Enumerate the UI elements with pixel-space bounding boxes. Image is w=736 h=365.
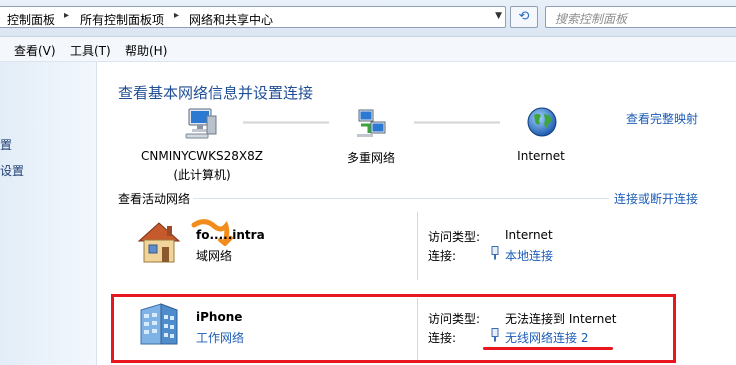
address-bar[interactable]: 控制面板 ▸ 所有控制面板项 ▸ 网络和共享中心 ▼ [0, 6, 506, 28]
breadcrumb-arrow-icon[interactable]: ▸ [64, 10, 69, 21]
search-placeholder: 搜索控制面板 [555, 12, 628, 26]
breadcrumb-control-panel[interactable]: 控制面板 [7, 11, 55, 28]
navigation-bar: 控制面板 ▸ 所有控制面板项 ▸ 网络和共享中心 ▼ ⟲ 搜索控制面板 [0, 0, 736, 37]
active-networks-heading: 查看活动网络 [118, 192, 191, 206]
page-title: 查看基本网络信息并设置连接 [118, 84, 314, 102]
ethernet-icon[interactable] [491, 246, 499, 260]
connection-label: 连接: [428, 249, 457, 263]
access-type-value: Internet [505, 228, 553, 242]
network-name: fo.....intra [196, 228, 265, 242]
map-connector [243, 121, 329, 124]
globe-icon[interactable] [526, 106, 558, 138]
refresh-button[interactable]: ⟲ [510, 6, 538, 28]
view-full-map-link[interactable]: 查看完整映射 [626, 110, 698, 127]
connect-disconnect-link[interactable]: 连接或断开连接 [614, 190, 698, 207]
domain-house-icon[interactable] [135, 219, 183, 265]
map-connector [414, 121, 500, 124]
menu-tools[interactable]: 工具(T) [70, 42, 111, 59]
menu-help[interactable]: 帮助(H) [125, 42, 167, 59]
local-connection-link[interactable]: 本地连接 [505, 247, 553, 264]
left-task-pane: 置 设置 [0, 62, 97, 365]
breadcrumb-all-items[interactable]: 所有控制面板项 [80, 11, 164, 28]
left-pane-link-1[interactable]: 置 [0, 136, 12, 153]
computer-icon[interactable] [183, 107, 219, 139]
this-computer-label: (此计算机) [173, 168, 231, 182]
multi-network-icon[interactable] [355, 108, 389, 138]
section-divider [193, 198, 609, 199]
left-pane-link-2[interactable]: 设置 [0, 162, 24, 179]
annotation-underline [483, 347, 613, 350]
breadcrumb-arrow-icon[interactable]: ▸ [174, 10, 179, 21]
multi-network-label: 多重网络 [346, 151, 395, 165]
search-input[interactable]: 搜索控制面板 [545, 6, 736, 28]
address-dropdown-icon[interactable]: ▼ [495, 11, 502, 21]
internet-label: Internet [517, 149, 565, 163]
refresh-icon: ⟲ [518, 9, 530, 24]
annotation-highlight-box [111, 294, 676, 363]
breadcrumb-network-center[interactable]: 网络和共享中心 [189, 11, 273, 28]
menu-bar: 查看(V) 工具(T) 帮助(H) [0, 37, 736, 62]
menu-view[interactable]: 查看(V) [14, 42, 56, 59]
access-type-label: 访问类型: [428, 230, 481, 244]
network-type: 域网络 [196, 249, 233, 263]
computer-name-label: CNMINYCWKS28X8Z [141, 149, 263, 163]
network-divider [417, 212, 418, 280]
